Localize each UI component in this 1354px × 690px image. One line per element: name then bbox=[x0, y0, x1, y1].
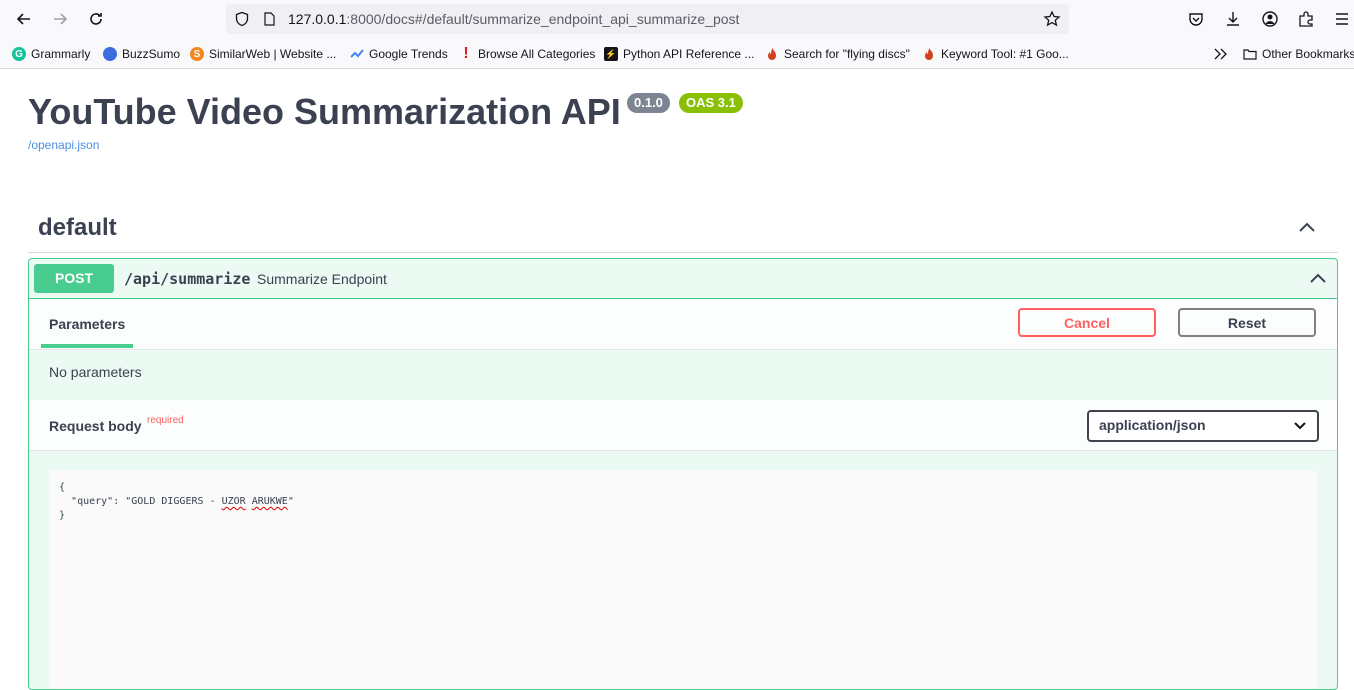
oas-badge: OAS 3.1 bbox=[679, 93, 743, 113]
other-bookmarks[interactable]: Other Bookmarks bbox=[1243, 45, 1354, 63]
reload-icon[interactable] bbox=[85, 8, 107, 30]
flame-icon bbox=[765, 47, 779, 61]
operation-summary[interactable]: POST /api/summarize Summarize Endpoint bbox=[29, 259, 1337, 299]
bookmark-star-icon[interactable] bbox=[1043, 10, 1061, 28]
similarweb-icon: S bbox=[190, 47, 204, 61]
bookmark-label: Search for "flying discs" bbox=[784, 47, 910, 61]
flame-icon bbox=[922, 47, 936, 61]
bookmark-label: Grammarly bbox=[31, 47, 91, 61]
operation-block: POST /api/summarize Summarize Endpoint P… bbox=[28, 258, 1338, 690]
reset-button[interactable]: Reset bbox=[1178, 308, 1316, 337]
operation-description: Summarize Endpoint bbox=[257, 271, 387, 287]
url-path: :8000/docs#/default/summarize_endpoint_a… bbox=[346, 11, 740, 27]
method-badge: POST bbox=[34, 264, 114, 293]
url-bar[interactable]: 127.0.0.1:8000/docs#/default/summarize_e… bbox=[226, 4, 1069, 34]
folder-icon bbox=[1243, 47, 1257, 61]
tag-name: default bbox=[38, 214, 117, 241]
bookmark-label: Keyword Tool: #1 Goo... bbox=[941, 47, 1069, 61]
more-bookmarks-icon[interactable] bbox=[1213, 45, 1229, 63]
chevron-down-icon bbox=[1294, 422, 1306, 430]
json-open-brace: { bbox=[59, 482, 66, 493]
bookmark-item[interactable]: ! Browse All Categories bbox=[459, 45, 595, 63]
account-icon[interactable] bbox=[1261, 10, 1279, 28]
bookmark-item[interactable]: G Grammarly bbox=[12, 45, 90, 63]
url-host: 127.0.0.1 bbox=[288, 11, 347, 27]
version-badge: 0.1.0 bbox=[627, 93, 670, 113]
other-bookmarks-label: Other Bookmarks bbox=[1262, 47, 1354, 61]
bookmark-item[interactable]: Search for "flying discs" bbox=[765, 45, 910, 63]
request-body-label: Request body bbox=[49, 418, 142, 434]
back-icon[interactable] bbox=[13, 8, 35, 30]
bolt-icon: ⚡ bbox=[604, 47, 618, 61]
openapi-json-link[interactable]: /openapi.json bbox=[28, 138, 99, 152]
parameters-header: Parameters Cancel Reset bbox=[29, 299, 1337, 350]
pocket-icon[interactable] bbox=[1187, 10, 1205, 28]
tab-parameters[interactable]: Parameters bbox=[49, 316, 125, 332]
bookmark-item[interactable]: Keyword Tool: #1 Goo... bbox=[922, 45, 1069, 63]
json-key: "query": bbox=[71, 496, 126, 507]
bookmark-label: Python API Reference ... bbox=[623, 47, 755, 61]
bookmark-item[interactable]: ⚡ Python API Reference ... bbox=[604, 45, 754, 63]
json-value-word: UZOR bbox=[221, 496, 246, 507]
grammarly-icon: G bbox=[12, 47, 26, 61]
bookmark-label: Google Trends bbox=[369, 47, 448, 61]
shield-icon[interactable] bbox=[234, 11, 250, 27]
bookmark-label: Browse All Categories bbox=[478, 47, 596, 61]
tab-active-indicator bbox=[41, 344, 133, 348]
url-text[interactable]: 127.0.0.1:8000/docs#/default/summarize_e… bbox=[288, 11, 739, 27]
bookmark-label: BuzzSumo bbox=[122, 47, 181, 61]
download-icon[interactable] bbox=[1224, 10, 1242, 28]
required-marker: required bbox=[147, 415, 184, 426]
bookmark-item[interactable]: BuzzSumo bbox=[103, 45, 180, 63]
buzzsumo-icon bbox=[103, 47, 117, 61]
operation-path: /api/summarize bbox=[124, 270, 251, 288]
json-value-word: ARUKWE bbox=[251, 496, 288, 507]
request-body-editor[interactable]: { "query": "GOLD DIGGERS - UZOR ARUKWE" … bbox=[49, 470, 1317, 689]
extensions-icon[interactable] bbox=[1297, 10, 1315, 28]
json-value-prefix: "GOLD DIGGERS - bbox=[125, 496, 222, 507]
no-parameters-text: No parameters bbox=[49, 364, 142, 380]
cancel-button[interactable]: Cancel bbox=[1018, 308, 1156, 337]
exclamation-icon: ! bbox=[463, 45, 469, 62]
forward-icon[interactable] bbox=[49, 8, 71, 30]
chevron-up-icon[interactable] bbox=[1309, 269, 1327, 287]
bookmark-label: SimilarWeb | Website ... bbox=[209, 47, 337, 61]
bookmark-item[interactable]: S SimilarWeb | Website ... bbox=[190, 45, 336, 63]
google-trends-icon bbox=[350, 47, 364, 61]
swagger-main: YouTube Video Summarization API 0.1.0 OA… bbox=[0, 69, 1354, 690]
menu-icon[interactable] bbox=[1333, 10, 1351, 28]
json-close-brace: } bbox=[59, 510, 66, 521]
page-icon[interactable] bbox=[262, 12, 276, 26]
tag-section-header[interactable]: default bbox=[28, 202, 1338, 253]
request-body-header: Request body required application/json bbox=[29, 400, 1337, 451]
page-title: YouTube Video Summarization API bbox=[28, 91, 621, 132]
json-value-suffix: " bbox=[287, 496, 294, 507]
content-type-value: application/json bbox=[1099, 417, 1206, 433]
chevron-up-icon[interactable] bbox=[1298, 218, 1316, 236]
browser-toolbar: 127.0.0.1:8000/docs#/default/summarize_e… bbox=[0, 0, 1354, 40]
bookmarks-bar: G Grammarly BuzzSumo S SimilarWeb | Webs… bbox=[0, 40, 1354, 69]
content-type-select[interactable]: application/json bbox=[1087, 410, 1319, 442]
bookmark-item[interactable]: Google Trends bbox=[350, 45, 448, 63]
